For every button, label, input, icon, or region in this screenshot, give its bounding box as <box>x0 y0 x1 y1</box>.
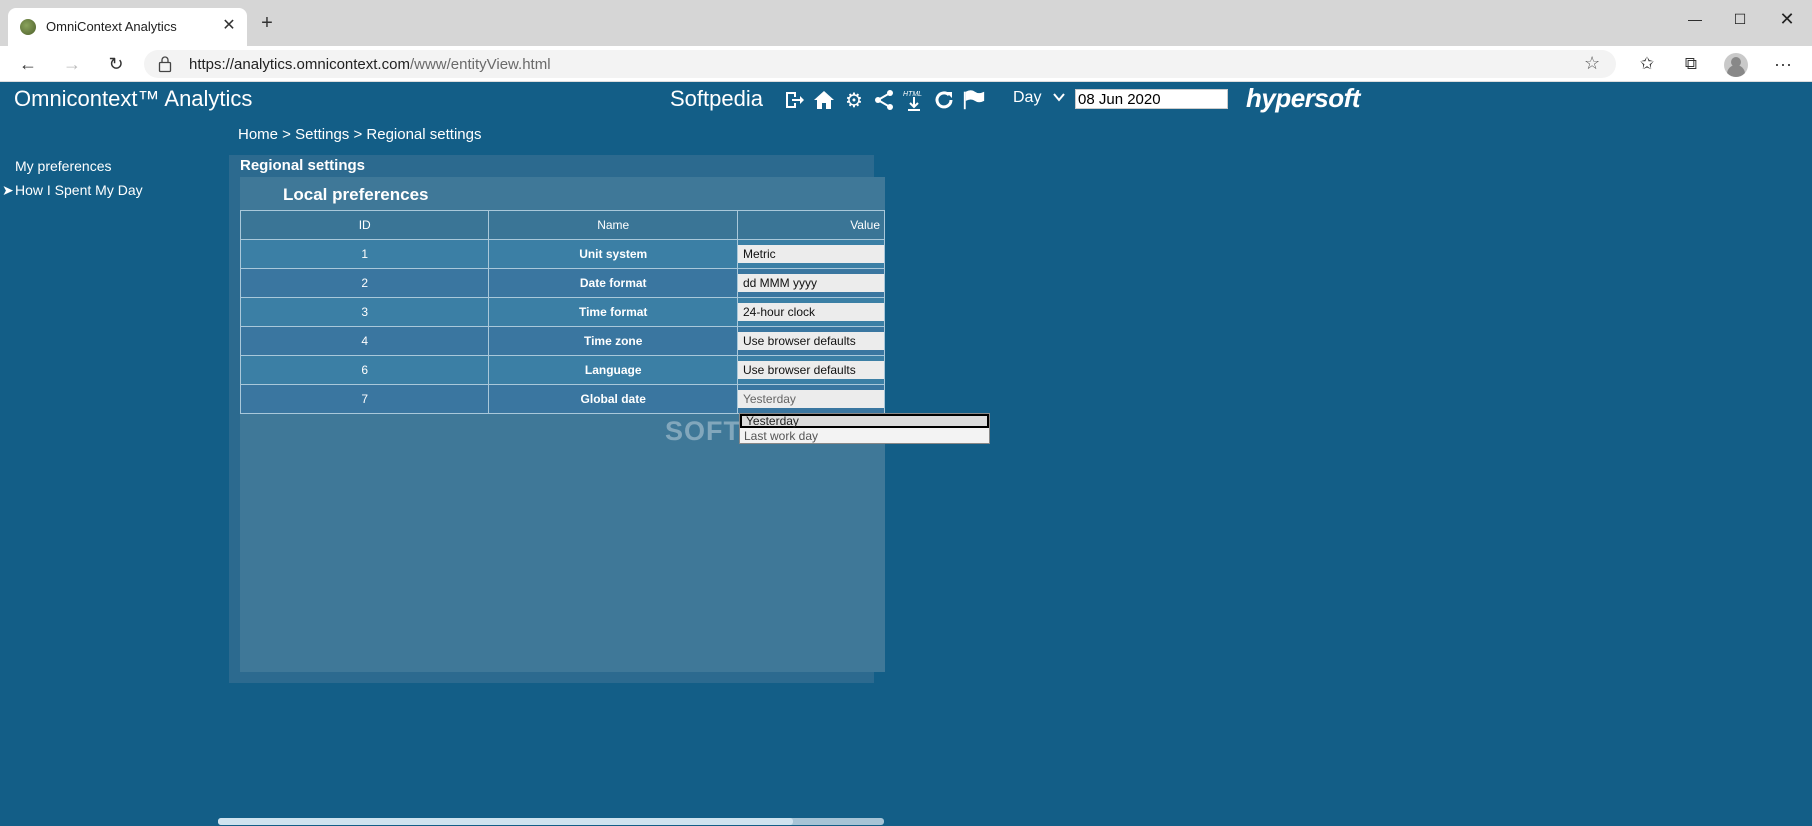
dropdown-option-last-work-day[interactable]: Last work day <box>740 429 989 443</box>
favorite-star-icon[interactable]: ☆ <box>1584 53 1600 74</box>
date-format-select[interactable]: dd MMM yyyy <box>737 274 884 292</box>
back-icon[interactable]: ← <box>14 52 42 76</box>
date-input[interactable] <box>1075 89 1228 109</box>
active-arrow-icon: ➤ <box>2 182 14 198</box>
maximize-icon[interactable]: ☐ <box>1718 4 1762 34</box>
time-zone-select[interactable]: Use browser defaults <box>737 332 884 350</box>
sidebar-item-how-i-spent-my-day[interactable]: How I Spent My Day <box>15 182 143 198</box>
row-id: 3 <box>239 297 490 327</box>
row-id: 7 <box>239 384 490 414</box>
favicon-icon <box>20 19 36 35</box>
gear-icon[interactable]: ⚙ <box>842 88 866 112</box>
brand-logo: hypersoft <box>1246 83 1360 113</box>
tab-title: OmniContext Analytics <box>46 19 177 34</box>
row-id: 2 <box>239 268 490 298</box>
time-format-select[interactable]: 24-hour clock <box>737 303 884 321</box>
row-id: 4 <box>239 326 490 356</box>
svg-text:HTML: HTML <box>903 91 922 98</box>
flag-icon[interactable] <box>962 88 986 112</box>
logout-icon[interactable] <box>782 88 806 112</box>
global-date-dropdown: Yesterday Last work day <box>739 413 990 444</box>
table-header-row: ID Name Value <box>239 210 886 240</box>
home-icon[interactable] <box>812 88 836 112</box>
url-input[interactable]: https://analytics.omnicontext.com/www/en… <box>144 50 1616 78</box>
column-header-id[interactable]: ID <box>239 210 490 240</box>
refresh-icon[interactable] <box>932 88 956 112</box>
column-header-value[interactable]: Value <box>736 210 886 240</box>
chevron-down-icon[interactable] <box>1052 90 1066 104</box>
table-row: 7 Global date Yesterday <box>239 384 886 414</box>
table-row: 3 Time format 24-hour clock <box>239 297 886 327</box>
browser-tab[interactable]: OmniContext Analytics ✕ <box>8 8 247 46</box>
table-row: 6 Language Use browser defaults <box>239 355 886 385</box>
close-window-icon[interactable]: ✕ <box>1765 4 1809 34</box>
breadcrumb[interactable]: Home > Settings > Regional settings <box>238 126 481 143</box>
unit-system-select[interactable]: Metric <box>737 245 884 263</box>
row-id: 6 <box>239 355 490 385</box>
row-name: Unit system <box>488 239 738 269</box>
table-row: 1 Unit system Metric <box>239 239 886 269</box>
section-title: Local preferences <box>283 185 429 204</box>
scrollbar-thumb[interactable] <box>218 818 793 825</box>
browser-tabbar: OmniContext Analytics ✕ + — ☐ ✕ <box>0 0 1812 46</box>
profile-avatar[interactable] <box>1724 53 1748 77</box>
url-path: /www/entityView.html <box>409 56 551 73</box>
close-tab-icon[interactable]: ✕ <box>219 16 239 36</box>
app-toolbar: ⚙ HTML <box>782 86 986 114</box>
row-id: 1 <box>239 239 490 269</box>
row-name: Time zone <box>488 326 738 356</box>
row-name: Global date <box>488 384 738 414</box>
row-name: Time format <box>488 297 738 327</box>
share-icon[interactable] <box>872 88 896 112</box>
more-menu-icon[interactable]: ··· <box>1772 54 1794 76</box>
row-name: Date format <box>488 268 738 298</box>
table-row: 2 Date format dd MMM yyyy <box>239 268 886 298</box>
address-bar: ← → ↻ https://analytics.omnicontext.com/… <box>0 46 1812 82</box>
url-text: https://analytics.omnicontext.com/www/en… <box>189 56 551 73</box>
new-tab-icon[interactable]: + <box>255 12 279 36</box>
app-title: Omnicontext™ Analytics <box>14 86 253 111</box>
html-export-icon[interactable]: HTML <box>902 88 926 112</box>
dropdown-option-yesterday[interactable]: Yesterday <box>740 414 989 428</box>
period-label: Day <box>1013 89 1042 106</box>
column-header-name[interactable]: Name <box>488 210 738 240</box>
preferences-table: ID Name Value 1 Unit system Metric 2 Dat… <box>239 210 886 414</box>
sidebar-item-my-preferences[interactable]: My preferences <box>15 158 111 174</box>
table-row: 4 Time zone Use browser defaults <box>239 326 886 356</box>
lock-icon <box>158 56 172 73</box>
collections-icon[interactable]: ⧉ <box>1680 54 1702 76</box>
url-scheme: https:// <box>189 56 235 73</box>
favorites-icon[interactable]: ✩ <box>1636 54 1658 76</box>
language-select[interactable]: Use browser defaults <box>737 361 884 379</box>
minimize-icon[interactable]: — <box>1673 4 1717 34</box>
url-host: analytics.omnicontext.com <box>234 56 410 73</box>
global-date-select[interactable]: Yesterday <box>737 390 884 408</box>
row-name: Language <box>488 355 738 385</box>
user-label: Softpedia <box>670 86 763 111</box>
reload-icon[interactable]: ↻ <box>102 52 130 76</box>
horizontal-scrollbar[interactable] <box>218 818 884 825</box>
forward-icon[interactable]: → <box>58 52 86 76</box>
panel-title: Regional settings <box>240 157 366 174</box>
